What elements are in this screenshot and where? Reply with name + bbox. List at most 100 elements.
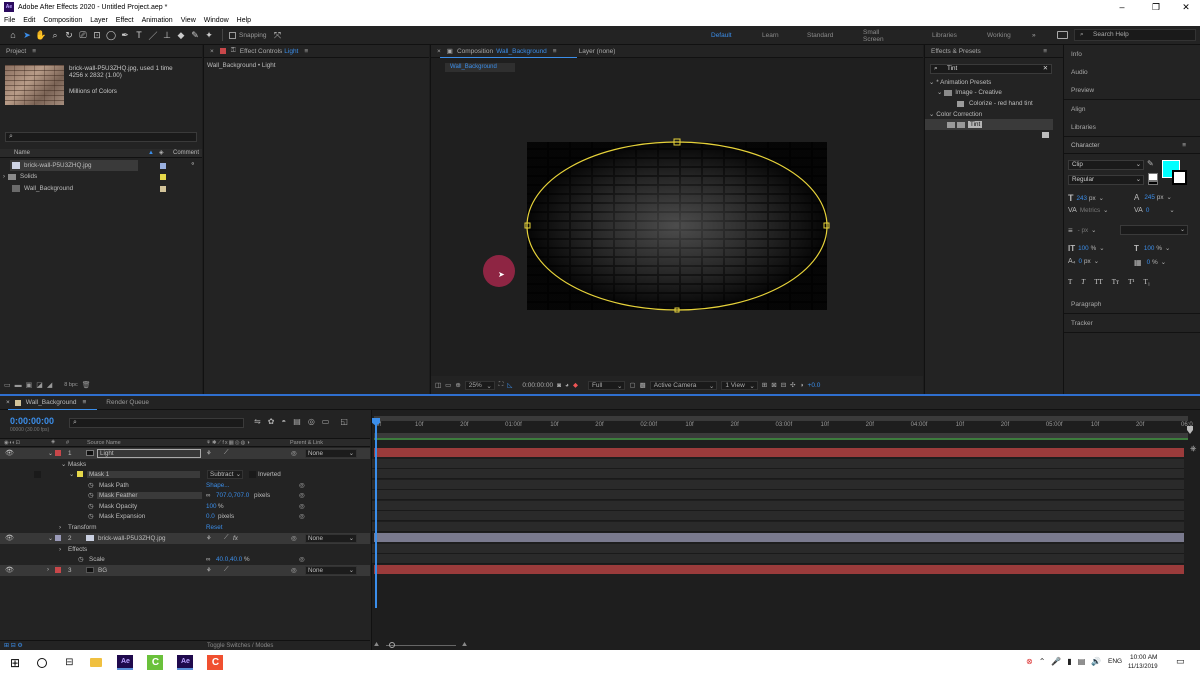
tsume-field[interactable]: ▦ 0% ⌄ xyxy=(1134,258,1166,267)
menu-layer[interactable]: Layer xyxy=(90,17,108,24)
menu-help[interactable]: Help xyxy=(237,17,251,24)
white-swatch[interactable] xyxy=(1148,173,1158,181)
roto-brush-tool-icon[interactable]: ✎ xyxy=(188,28,202,42)
font-family-dropdown[interactable]: Clip ⌄ xyxy=(1068,160,1144,170)
black-swatch[interactable] xyxy=(1148,181,1158,185)
tracking-field[interactable]: VA 0 ⌄ xyxy=(1134,207,1175,214)
puppet-tool-icon[interactable]: ✦ xyxy=(202,28,216,42)
property-mask-1[interactable]: ⌄ Mask 1 Subtract ⌄ Inverted xyxy=(0,469,370,480)
label-column-icon[interactable]: ◈ xyxy=(51,439,55,445)
clear-search-icon[interactable]: ✕ xyxy=(1043,65,1048,73)
mask-path-value[interactable]: Shape... xyxy=(206,482,229,489)
transparency-grid-icon[interactable]: ▩ xyxy=(640,381,646,389)
stopwatch-icon[interactable]: ◷ xyxy=(78,556,84,563)
lock-icon[interactable]: ⚿ xyxy=(231,47,236,55)
timeline-search-input[interactable]: ⌕ xyxy=(69,418,244,428)
superscript-button[interactable]: T¹ xyxy=(1128,278,1134,286)
layer-duration-bar[interactable] xyxy=(374,533,1184,542)
layer-panel-tab[interactable]: Layer (none) xyxy=(579,48,616,55)
zoom-slider[interactable]: ⛰ ⛰ xyxy=(374,642,474,650)
parent-pickwhip-icon[interactable]: ◎ xyxy=(291,450,297,457)
current-time-indicator[interactable] xyxy=(375,418,377,608)
column-comment[interactable]: Comment xyxy=(173,150,199,156)
layer-label-swatch[interactable] xyxy=(55,567,61,573)
font-size-field[interactable]: T 243 px ⌄ xyxy=(1068,193,1104,203)
info-panel[interactable]: Info xyxy=(1064,45,1200,64)
clone-stamp-tool-icon[interactable]: ⊥ xyxy=(160,28,174,42)
chevron-down-icon[interactable]: ⌄ xyxy=(69,471,74,478)
quality-switch-icon[interactable]: ⟋ xyxy=(224,449,228,457)
eraser-tool-icon[interactable]: ◆ xyxy=(174,28,188,42)
inverted-checkbox[interactable] xyxy=(249,470,256,478)
task-view-icon[interactable]: ⊟ xyxy=(65,657,73,668)
project-menu-icon[interactable]: ≡ xyxy=(32,48,36,55)
minimize-button[interactable]: – xyxy=(1108,0,1136,14)
menu-view[interactable]: View xyxy=(181,17,196,24)
fx-switch-icon[interactable]: fx xyxy=(233,535,238,542)
table-row[interactable]: 👁 › 3 BG ⚘ ⟋ ◎ None ⌄ xyxy=(0,565,370,576)
layer-label-swatch[interactable] xyxy=(55,535,61,541)
close-tab-icon[interactable]: × xyxy=(437,48,441,55)
menu-composition[interactable]: Composition xyxy=(43,17,82,24)
project-item[interactable]: Wall_Background xyxy=(10,183,73,194)
align-panel[interactable]: Align xyxy=(1064,100,1200,119)
zoom-tool-icon[interactable]: ⌕ xyxy=(48,28,62,42)
composition-menu-icon[interactable]: ≡ xyxy=(553,48,557,55)
timeline-current-time[interactable]: 0:00:00:00 xyxy=(10,416,54,426)
expand-panes-icon[interactable]: ⊞ ⊟ ⚙ xyxy=(4,642,23,649)
tree-item-image-creative[interactable]: ⌄ Image - Creative xyxy=(937,87,1002,98)
camtasia-recorder-icon[interactable]: C xyxy=(207,655,224,670)
layer-label-swatch[interactable] xyxy=(55,450,61,456)
panel-menu-icon[interactable]: ≡ xyxy=(1182,142,1186,149)
chevron-right-icon[interactable]: › xyxy=(3,174,5,180)
composition-breadcrumb[interactable]: Wall_Background xyxy=(445,63,515,72)
timeline-icon[interactable]: ⊟ xyxy=(781,381,786,389)
region-icon[interactable]: ▭ xyxy=(445,381,451,389)
hand-tool-icon[interactable]: ✋ xyxy=(34,28,48,42)
workspace-libraries[interactable]: Libraries xyxy=(932,32,957,39)
search-help-field[interactable]: ⌕ Search Help xyxy=(1074,29,1196,41)
layer-name[interactable]: BG xyxy=(98,567,107,574)
close-window-button[interactable]: ✕ xyxy=(1172,0,1200,14)
chevron-down-icon[interactable]: ⌄ xyxy=(48,450,53,457)
eye-icon[interactable]: 👁 xyxy=(5,566,14,574)
comp-button-icon[interactable]: ⎈ xyxy=(1190,444,1196,454)
project-item[interactable]: › Solids xyxy=(3,171,37,182)
table-row[interactable]: 👁 ⌄ 2 brick-wall-P5U3ZHQ.jpg ⚘ ⟋ fx ◎ No… xyxy=(0,533,370,544)
grid-icon[interactable]: ⛶ xyxy=(499,381,504,389)
paragraph-panel[interactable]: Paragraph xyxy=(1064,295,1200,314)
pen-tool-icon[interactable]: ✒ xyxy=(118,28,132,42)
all-caps-button[interactable]: TT xyxy=(1094,278,1103,286)
close-tab-icon[interactable]: × xyxy=(6,399,10,406)
interpret-footage-icon[interactable]: ▭ xyxy=(4,381,11,389)
workspace-default[interactable]: Default xyxy=(711,32,732,39)
project-search-input[interactable]: ⌕ xyxy=(5,132,197,142)
chevron-down-icon[interactable]: ⌄ xyxy=(48,535,53,542)
baseline-shift-field[interactable]: A₄ 0 px ⌄ xyxy=(1068,258,1099,265)
home-icon[interactable]: ⌂ xyxy=(6,28,20,42)
mask-opacity-value[interactable]: 100 xyxy=(206,503,217,510)
property-mask-path[interactable]: ◷ Mask Path Shape... ◎ xyxy=(0,480,370,491)
reset-link[interactable]: Reset xyxy=(206,524,222,531)
stroke-type-dropdown[interactable]: ⌄ xyxy=(1120,225,1188,235)
notifications-icon[interactable]: ▭ xyxy=(1176,656,1185,667)
parent-dropdown[interactable]: None ⌄ xyxy=(305,448,357,458)
language-indicator[interactable]: ENG xyxy=(1108,658,1122,665)
ellipse-tool-icon[interactable]: ◯ xyxy=(104,28,118,42)
pan-behind-tool-icon[interactable]: ⊡ xyxy=(90,28,104,42)
mask-name[interactable]: Mask 1 xyxy=(87,470,200,478)
workspace-working[interactable]: Working xyxy=(987,32,1011,39)
effects-presets-tab[interactable]: Effects & Presets xyxy=(931,48,981,55)
source-name-column[interactable]: Source Name xyxy=(87,440,121,446)
effect-controls-tab-label[interactable]: Effect Controls xyxy=(240,48,283,55)
graph-editor-toggle-icon[interactable]: ◱ xyxy=(340,417,348,426)
mask-lock-switch[interactable] xyxy=(34,470,41,478)
eye-icon[interactable]: 👁 xyxy=(5,449,14,457)
eyedropper-icon[interactable]: ✎ xyxy=(1147,159,1154,168)
bit-depth-label[interactable]: 8 bpc xyxy=(64,382,77,388)
zoom-slider-thumb[interactable] xyxy=(389,642,395,648)
parent-pickwhip-icon[interactable]: ◎ xyxy=(291,535,297,542)
project-settings-icon[interactable]: ◪ xyxy=(36,381,43,389)
label-color-swatch[interactable] xyxy=(160,163,166,169)
tray-recorder-icon[interactable]: ⊗ xyxy=(1026,657,1033,666)
